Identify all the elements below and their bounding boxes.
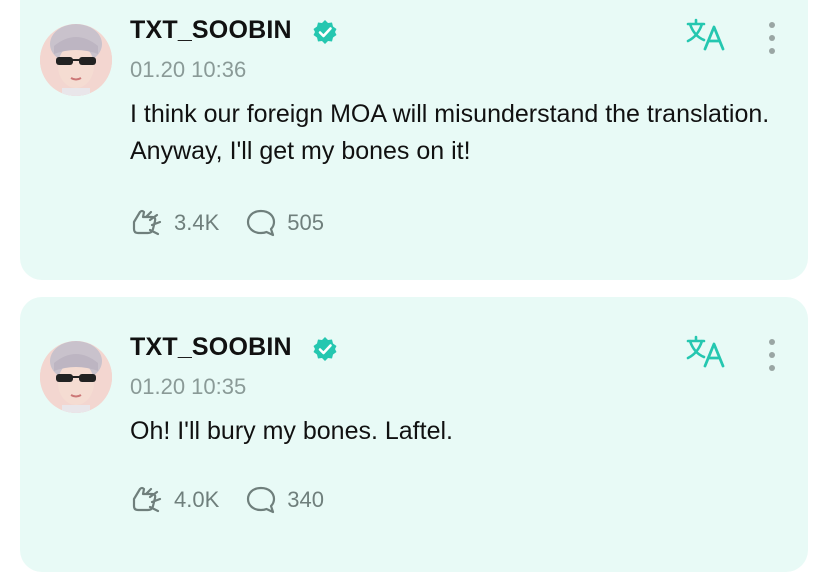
like-button[interactable]: 4.0K	[130, 485, 219, 515]
like-icon	[132, 486, 162, 513]
like-count: 3.4K	[174, 210, 220, 235]
more-vertical-icon[interactable]	[766, 20, 778, 56]
author-name[interactable]: TXT_SOOBIN	[130, 333, 292, 362]
author-name[interactable]: TXT_SOOBIN	[130, 16, 292, 45]
comment-count: 340	[287, 487, 324, 512]
translate-icon[interactable]	[685, 335, 727, 369]
post-text: I think our foreign MOA will misundersta…	[130, 100, 770, 165]
comment-button[interactable]: 340	[245, 485, 324, 515]
post-text: Oh! I'll bury my bones. Laftel.	[130, 417, 453, 445]
like-count: 4.0K	[174, 487, 220, 512]
comment-button[interactable]: 505	[245, 208, 324, 238]
verified-badge-icon	[313, 337, 337, 361]
comment-icon	[247, 209, 276, 237]
avatar[interactable]	[40, 24, 112, 96]
translate-icon[interactable]	[685, 18, 727, 52]
comment-count: 505	[287, 210, 324, 235]
post-card: TXT_SOOBIN 01.20 10:35 Oh! I'll bury my …	[20, 297, 808, 572]
verified-badge-icon	[313, 20, 337, 44]
comment-icon	[247, 486, 276, 514]
post-timestamp: 01.20 10:36	[130, 57, 247, 82]
post-card: TXT_SOOBIN 01.20 10:36 I think our forei…	[20, 0, 808, 280]
avatar[interactable]	[40, 341, 112, 413]
post-stats: 3.4K 505	[130, 208, 350, 238]
post-stats: 4.0K 340	[130, 485, 350, 515]
like-button[interactable]: 3.4K	[130, 208, 219, 238]
post-timestamp: 01.20 10:35	[130, 374, 247, 399]
more-vertical-icon[interactable]	[766, 337, 778, 373]
like-icon	[132, 209, 162, 236]
